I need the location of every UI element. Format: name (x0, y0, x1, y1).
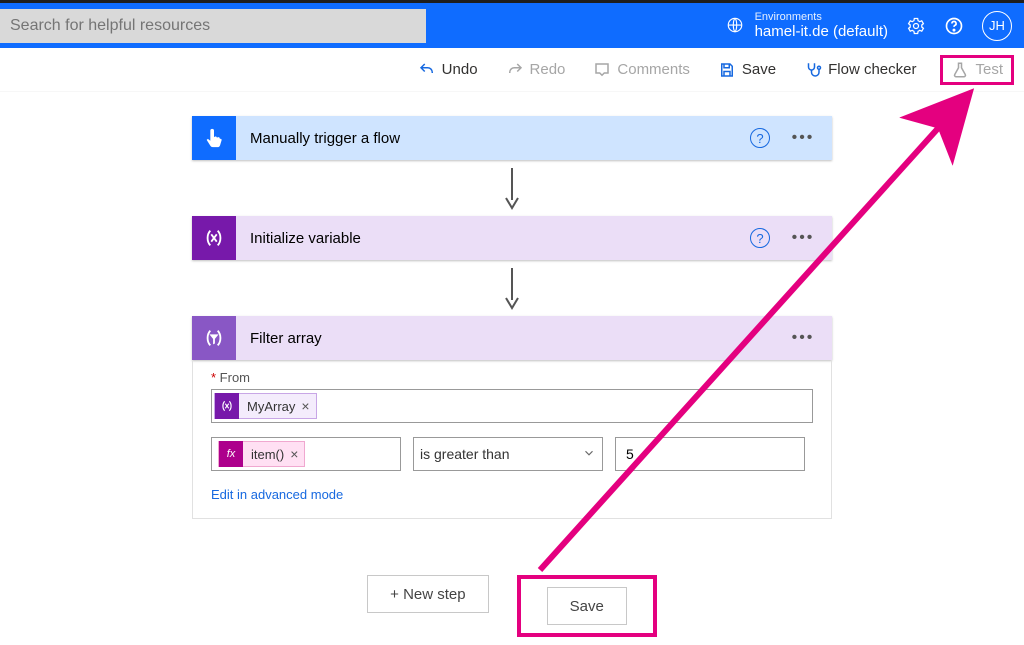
undo-button[interactable]: Undo (414, 55, 482, 85)
expression-token[interactable]: fx item() × (218, 441, 305, 467)
test-button[interactable]: Test (940, 55, 1014, 85)
gear-icon[interactable] (906, 16, 926, 36)
help-icon[interactable] (944, 16, 964, 36)
search-container (0, 3, 426, 48)
footer-buttons: + New step Save (192, 575, 832, 637)
flask-icon (951, 61, 969, 79)
environment-picker[interactable]: Environments hamel-it.de (default) (725, 11, 888, 41)
comments-button: Comments (589, 55, 694, 85)
comment-icon (593, 61, 611, 79)
connector-arrow (192, 260, 832, 316)
search-input[interactable] (0, 9, 426, 43)
more-menu[interactable] (788, 229, 818, 247)
command-bar: Undo Redo Comments Save Flow checker Tes… (0, 48, 1024, 92)
filter-array-body: From MyArray × fx item() × is greater th… (192, 360, 832, 519)
edit-advanced-mode-link[interactable]: Edit in advanced mode (211, 487, 343, 502)
redo-button: Redo (502, 55, 570, 85)
variable-icon (192, 216, 236, 260)
redo-icon (506, 61, 524, 79)
undo-icon (418, 61, 436, 79)
init-title: Initialize variable (236, 230, 750, 247)
app-header: Environments hamel-it.de (default) JH (0, 0, 1024, 48)
fx-icon: fx (219, 441, 243, 467)
initialize-variable-card[interactable]: Initialize variable ? (192, 216, 832, 260)
flow-checker-button[interactable]: Flow checker (800, 55, 920, 85)
remove-token-icon[interactable]: × (290, 446, 304, 462)
stethoscope-icon (804, 61, 822, 79)
environment-text: Environments hamel-it.de (default) (755, 11, 888, 41)
help-icon[interactable]: ? (750, 128, 770, 148)
touch-icon (192, 116, 236, 160)
trigger-title: Manually trigger a flow (236, 130, 750, 147)
variable-token[interactable]: MyArray × (214, 393, 317, 419)
condition-operator-select[interactable]: is greater than (413, 437, 603, 471)
save-button[interactable]: Save (714, 55, 780, 85)
chevron-down-icon (582, 446, 596, 463)
avatar[interactable]: JH (982, 11, 1012, 41)
remove-token-icon[interactable]: × (301, 398, 315, 414)
flow-canvas: Manually trigger a flow ? Initialize var… (0, 92, 1024, 637)
save-flow-button[interactable]: Save (547, 587, 627, 625)
from-label: From (211, 370, 813, 385)
variable-icon (215, 393, 239, 419)
trigger-card[interactable]: Manually trigger a flow ? (192, 116, 832, 160)
help-icon[interactable]: ? (750, 228, 770, 248)
save-icon (718, 61, 736, 79)
globe-icon (725, 15, 745, 35)
condition-left-input[interactable]: fx item() × (211, 437, 401, 471)
filter-icon (192, 316, 236, 360)
condition-value-input[interactable]: 5 (615, 437, 805, 471)
save-highlight-box: Save (517, 575, 657, 637)
new-step-button[interactable]: + New step (367, 575, 488, 613)
more-menu[interactable] (788, 129, 818, 147)
filter-title: Filter array (236, 330, 750, 347)
filter-array-card[interactable]: Filter array (192, 316, 832, 360)
connector-arrow (192, 160, 832, 216)
more-menu[interactable] (788, 329, 818, 347)
from-input[interactable]: MyArray × (211, 389, 813, 423)
